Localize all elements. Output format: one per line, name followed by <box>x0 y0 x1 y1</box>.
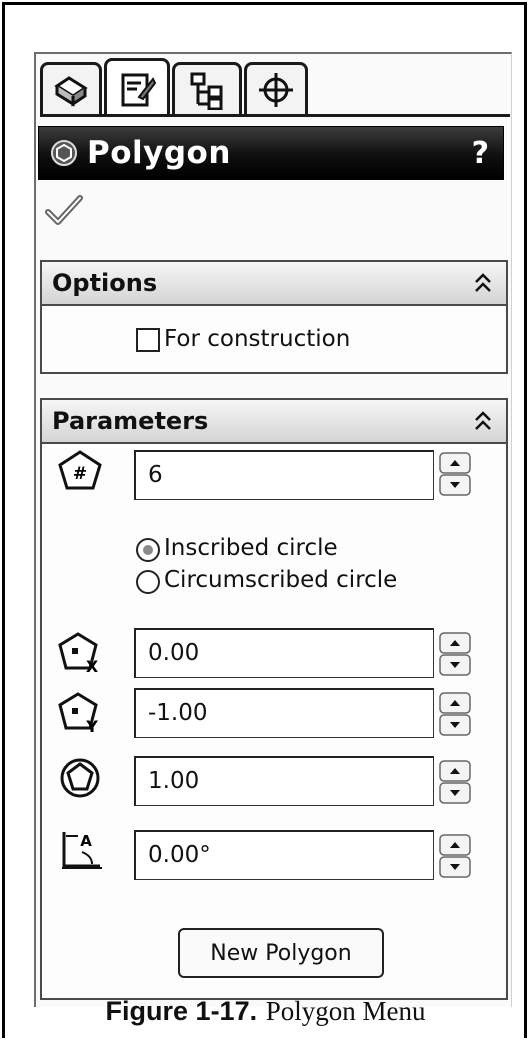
figure-label: Figure 1-17. <box>105 996 258 1026</box>
center-x-field[interactable]: 0.00 <box>134 628 434 678</box>
collapse-chevron-icon[interactable] <box>474 272 492 294</box>
center-x-spinner[interactable] <box>438 632 472 676</box>
circle-diameter-field[interactable]: 1.00 <box>134 756 434 806</box>
svg-text:#: # <box>73 464 87 484</box>
angle-spinner[interactable] <box>438 834 472 878</box>
panel-header: Polygon ? <box>38 126 504 180</box>
circumscribed-circle-radio[interactable] <box>136 570 160 594</box>
tab-feature-manager[interactable] <box>40 62 102 114</box>
center-y-spinner[interactable] <box>438 692 472 736</box>
tab-property-manager[interactable] <box>104 58 170 116</box>
property-manager-icon <box>121 73 157 106</box>
new-polygon-button[interactable]: New Polygon <box>178 928 384 978</box>
options-group-header[interactable]: Options <box>40 260 508 306</box>
number-of-sides-field[interactable]: 6 <box>134 450 434 500</box>
number-of-sides-spinner[interactable] <box>438 452 472 496</box>
svg-text:Y: Y <box>85 717 98 736</box>
dimxpert-manager-icon <box>259 72 293 107</box>
tab-configuration-manager[interactable] <box>172 62 242 114</box>
tab-baseline <box>40 114 510 117</box>
center-y-field[interactable]: -1.00 <box>134 688 434 738</box>
figure-title: Polygon Menu <box>265 996 426 1026</box>
for-construction-label: For construction <box>164 326 351 352</box>
center-x-icon: X <box>58 632 99 676</box>
help-button[interactable]: ? <box>472 136 489 171</box>
circumscribed-circle-label: Circumscribed circle <box>164 567 398 593</box>
circle-diameter-icon <box>60 758 100 798</box>
figure-caption: Figure 1-17. Polygon Menu <box>0 996 531 1027</box>
center-y-icon: Y <box>58 692 98 736</box>
svg-text:A: A <box>80 832 92 850</box>
inscribed-circle-label: Inscribed circle <box>164 535 338 561</box>
angle-icon: A <box>62 832 102 869</box>
feature-manager-icon <box>54 75 88 107</box>
ok-checkmark-icon[interactable] <box>44 192 84 228</box>
options-group-title: Options <box>52 269 158 297</box>
svg-text:X: X <box>86 657 99 676</box>
polygon-icon <box>51 140 77 166</box>
configuration-manager-icon <box>190 72 223 110</box>
parameters-group-title: Parameters <box>52 407 209 435</box>
angle-field[interactable]: 0.00° <box>134 830 434 880</box>
tab-dimxpert-manager[interactable] <box>244 62 308 114</box>
number-of-sides-icon: # <box>58 450 102 490</box>
parameters-group-header[interactable]: Parameters <box>40 398 508 444</box>
collapse-chevron-icon[interactable] <box>474 410 492 432</box>
panel-title: Polygon <box>87 135 231 171</box>
circle-diameter-spinner[interactable] <box>438 760 472 804</box>
for-construction-checkbox[interactable] <box>136 328 160 352</box>
inscribed-circle-radio[interactable] <box>136 538 160 562</box>
